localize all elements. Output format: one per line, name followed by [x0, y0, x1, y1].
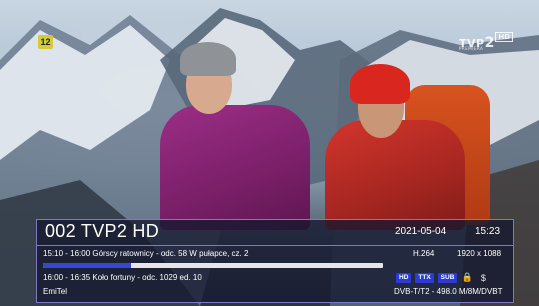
video-resolution: 1920 x 1088 — [457, 249, 502, 258]
programme-progress-bar — [43, 263, 383, 268]
channel-logo-hd: HD — [495, 32, 514, 42]
programme-progress-fill — [43, 263, 132, 268]
transponder-info: DVB-T/T2 - 498.0 M/8M/DVBT — [394, 287, 503, 296]
stream-flags: HD TTX SUB 🔒 $ — [396, 272, 489, 283]
channel-logo-number: 2 — [484, 35, 495, 51]
flag-ttx: TTX — [415, 272, 434, 283]
climber-right-jacket — [325, 120, 465, 230]
flag-sub: SUB — [437, 272, 458, 283]
channel-info-bar: 002 TVP2 HD 2021-05-04 15:23 15:10 - 16:… — [36, 219, 514, 303]
age-rating-badge: 12 — [38, 35, 53, 49]
provider-name: EmiTel — [43, 287, 68, 296]
dollar-icon: $ — [480, 272, 486, 283]
signal-info-row: EmiTel DVB-T/T2 - 498.0 M/8M/DVBT — [37, 287, 513, 299]
current-programme-row: 15:10 - 16:00 Górscy ratownicy - odc. 58… — [37, 249, 513, 261]
channel-logo: TVP2 HD PREMIERA — [459, 32, 514, 51]
climber-left-jacket — [160, 105, 310, 230]
climber-left-beanie — [180, 42, 236, 76]
current-programme: 15:10 - 16:00 Górscy ratownicy - odc. 58… — [43, 249, 249, 258]
channel-title: 002 TVP2 HD — [45, 221, 160, 241]
video-codec: H.264 — [413, 249, 435, 258]
climber-right-helmet — [350, 64, 410, 104]
lock-icon: 🔒 — [461, 272, 474, 282]
flag-hd: HD — [396, 272, 412, 283]
channel-logo-tag: PREMIERA — [459, 46, 484, 51]
current-time: 15:23 — [475, 226, 501, 237]
info-title-row: 002 TVP2 HD 2021-05-04 15:23 — [37, 220, 513, 245]
next-programme: 16:00 - 16:35 Koło fortuny - odc. 1029 e… — [43, 273, 202, 282]
info-divider — [37, 245, 513, 246]
current-date: 2021-05-04 — [395, 226, 447, 237]
